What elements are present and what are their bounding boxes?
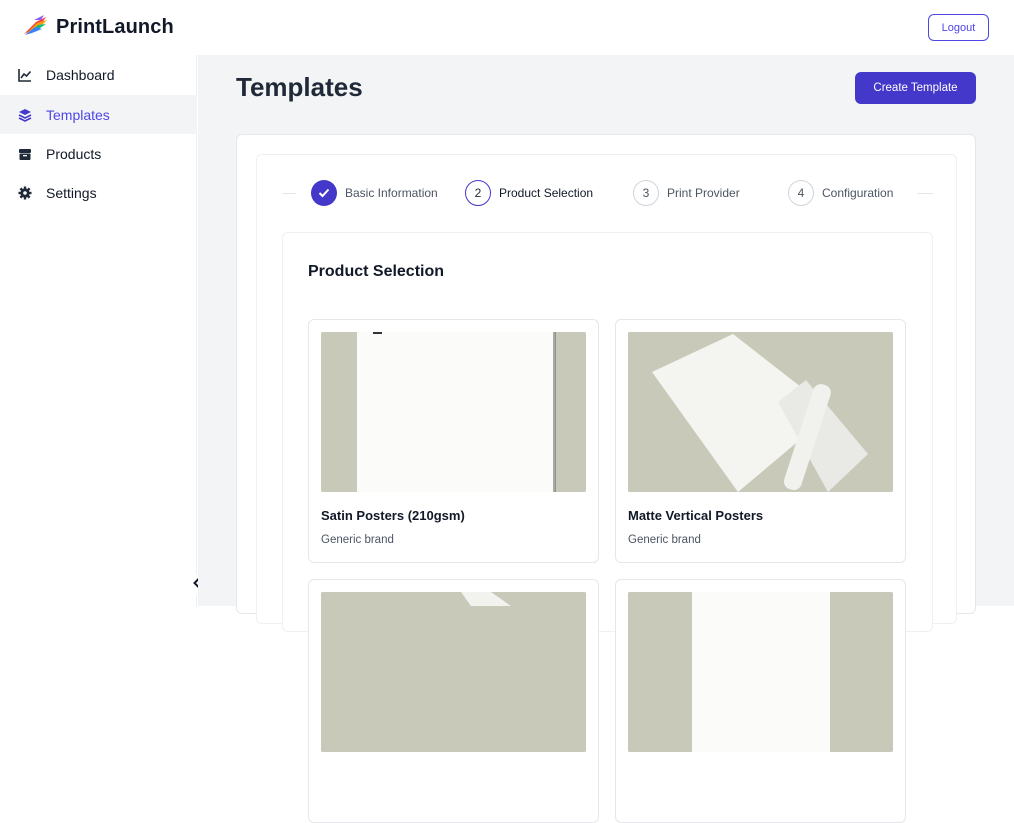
product-card[interactable]: Satin Posters (210gsm) Generic brand bbox=[308, 319, 599, 563]
brand[interactable]: PrintLaunch bbox=[22, 14, 174, 41]
sidebar-item-label: Products bbox=[46, 145, 102, 162]
step-print-provider[interactable]: 3 Print Provider bbox=[633, 180, 740, 206]
step-connector bbox=[282, 193, 296, 194]
sidebar-item-products[interactable]: Products bbox=[0, 134, 197, 173]
sidebar-item-label: Settings bbox=[46, 184, 97, 201]
section-title: Product Selection bbox=[308, 263, 445, 280]
box-icon bbox=[18, 147, 32, 161]
top-bar: PrintLaunch Logout bbox=[0, 0, 1014, 55]
product-image bbox=[321, 592, 586, 752]
step-label: Product Selection bbox=[499, 186, 594, 200]
step-label: Basic Information bbox=[345, 186, 438, 200]
step-number: 2 bbox=[465, 180, 491, 206]
step-configuration[interactable]: 4 Configuration bbox=[788, 180, 893, 206]
wizard-panel: Basic Information 2 Product Selection 3 … bbox=[256, 154, 958, 823]
step-product-selection[interactable]: 2 Product Selection bbox=[465, 180, 593, 206]
product-brand: Generic brand bbox=[321, 534, 394, 546]
sidebar-item-settings[interactable]: Settings bbox=[0, 173, 197, 212]
sidebar-item-label: Templates bbox=[46, 106, 110, 123]
product-image bbox=[628, 332, 893, 492]
check-icon bbox=[311, 180, 337, 206]
product-selection-section: Product Selection Satin Posters (210gsm)… bbox=[282, 232, 933, 823]
logout-button[interactable]: Logout bbox=[928, 14, 989, 41]
layers-icon bbox=[18, 108, 32, 122]
chart-line-icon bbox=[18, 68, 32, 82]
step-label: Print Provider bbox=[667, 186, 740, 200]
sidebar-item-templates[interactable]: Templates bbox=[0, 95, 197, 134]
product-image bbox=[321, 332, 586, 492]
product-card[interactable] bbox=[308, 579, 599, 823]
step-number: 4 bbox=[788, 180, 814, 206]
product-image bbox=[628, 592, 893, 752]
main-content: Templates Create Template Basic Informat… bbox=[198, 55, 1014, 823]
logo-icon bbox=[22, 14, 48, 41]
sidebar-item-dashboard[interactable]: Dashboard bbox=[0, 55, 197, 94]
product-card[interactable] bbox=[615, 579, 906, 823]
stepper: Basic Information 2 Product Selection 3 … bbox=[257, 155, 958, 231]
app-name: PrintLaunch bbox=[56, 16, 174, 38]
gear-icon bbox=[18, 186, 32, 200]
template-wizard-card: Basic Information 2 Product Selection 3 … bbox=[236, 134, 976, 823]
product-name: Matte Vertical Posters bbox=[628, 508, 764, 523]
step-basic-information[interactable]: Basic Information bbox=[311, 180, 438, 206]
product-brand: Generic brand bbox=[628, 534, 701, 546]
step-connector bbox=[917, 193, 933, 194]
sidebar-item-label: Dashboard bbox=[46, 66, 115, 83]
step-number: 3 bbox=[633, 180, 659, 206]
create-template-button[interactable]: Create Template bbox=[855, 72, 976, 104]
product-card[interactable]: Matte Vertical Posters Generic brand bbox=[615, 319, 906, 563]
sidebar: Dashboard Templates Products Settings bbox=[0, 55, 197, 606]
step-label: Configuration bbox=[822, 186, 894, 200]
product-name: Satin Posters (210gsm) bbox=[321, 508, 465, 523]
page-title: Templates bbox=[236, 72, 363, 102]
